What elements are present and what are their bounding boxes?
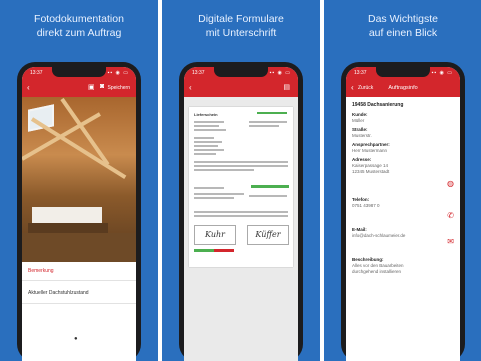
camera-icon[interactable]: ◙ [100, 83, 104, 90]
document-title: Lieferschein [194, 112, 218, 117]
panel-heading: Digitale Formulare mit Unterschrift [162, 12, 320, 40]
detail-row: Adresse: Kaiserpassage 14 12345 Musterst… [352, 157, 389, 175]
order-details: 19458 Dachsanierung Kunde: Müller Straße… [346, 97, 460, 361]
panel-heading: Das Wichtigste auf einen Blick [324, 12, 481, 40]
text-line [194, 145, 218, 147]
heading-line-1: Digitale Formulare [198, 13, 284, 25]
text-line [194, 129, 226, 131]
heading-line-2: direkt zum Auftrag [36, 27, 122, 39]
text-line [194, 193, 244, 195]
document-icon[interactable]: ▤ [283, 83, 290, 91]
text-line [194, 197, 234, 199]
bed-frame [28, 223, 108, 233]
back-chevron-icon[interactable]: ‹ [189, 83, 192, 92]
phone-screen: 13:37 ▪▪ ◉ ▭ ‹ Zurück Auftragsinfo 19458… [346, 67, 460, 361]
detail-row: E-Mail: info@dach-schlaumeier.de [352, 227, 405, 239]
phone-screen: 13:37 ▪▪ ◉ ▭ ‹ ▤ Lieferschein Kuhr Küffe… [184, 67, 298, 361]
text-line [249, 195, 287, 197]
status-icons: ▪▪ ◉ ▭ [269, 70, 291, 76]
text-line [249, 125, 279, 127]
home-indicator-icon: ● [74, 336, 78, 342]
field-label: Bemerkung [28, 268, 54, 274]
screen-title: Auftragsinfo [388, 85, 418, 91]
divider [22, 303, 136, 304]
phone-icon[interactable]: ✆ [447, 211, 454, 220]
phone-screen: 13:37 ▪▪ ◉ ▭ ‹ ▣ ◙ Speichern Bemerkung A… [22, 67, 136, 361]
phone-frame: 13:37 ▪▪ ◉ ▭ ‹ ▤ Lieferschein Kuhr Küffe… [179, 62, 303, 361]
phone-frame: 13:37 ▪▪ ◉ ▭ ‹ ▣ ◙ Speichern Bemerkung A… [17, 62, 141, 361]
attic-floor [22, 233, 136, 262]
globe-icon[interactable]: ◍ [447, 179, 454, 188]
detail-row: Straße: Musterstr. [352, 127, 372, 139]
status-time: 13:37 [192, 70, 205, 76]
detail-value: Herr Mustermann [352, 148, 388, 153]
panel-heading: Fotodokumentation direkt zum Auftrag [0, 12, 158, 40]
progress-bar-green [251, 185, 289, 188]
remark-input[interactable]: Aktueller Dachstuhlzustand [28, 290, 89, 296]
mail-icon[interactable]: ✉ [447, 237, 454, 246]
status-icons: ▪▪ ◉ ▭ [107, 70, 129, 76]
text-line [194, 161, 288, 163]
detail-row: Beschreibung: Alles vor den Bauarbeiten … [352, 257, 404, 275]
status-icons: ▪▪ ◉ ▭ [431, 70, 453, 76]
panel-overview: Das Wichtigste auf einen Blick 13:37 ▪▪ … [324, 0, 481, 361]
detail-value: 12345 Musterstadt [352, 169, 390, 174]
heading-line-2: auf einen Blick [368, 27, 438, 39]
detail-value[interactable]: 0751 43987 0 [352, 203, 380, 209]
detail-row: Ansprechpartner: Herr Mustermann [352, 142, 390, 154]
heading-line-1: Fotodokumentation [34, 13, 124, 25]
image-icon[interactable]: ▣ [88, 83, 95, 91]
panel-digital-forms: Digitale Formulare mit Unterschrift 13:3… [162, 0, 320, 361]
heading-line-1: Das Wichtigste [367, 13, 439, 25]
signature-customer[interactable]: Kuhr [194, 225, 236, 245]
text-line [194, 121, 224, 123]
detail-value[interactable]: info@dach-schlaumeier.de [352, 233, 405, 239]
detail-value: durchgehend installieren [352, 269, 402, 274]
order-heading: 19458 Dachsanierung [352, 102, 404, 108]
document-viewer[interactable]: Lieferschein Kuhr Küffer [184, 97, 298, 361]
phone-frame: 13:37 ▪▪ ◉ ▭ ‹ Zurück Auftragsinfo 19458… [341, 62, 465, 361]
back-chevron-icon[interactable]: ‹ [27, 83, 30, 92]
heading-line-2: mit Unterschrift [205, 27, 277, 39]
text-line [194, 211, 288, 213]
text-line [194, 149, 224, 151]
text-line [194, 165, 288, 167]
detail-value: Musterstr. [352, 133, 372, 138]
status-bar-red [214, 249, 234, 252]
status-time: 13:37 [354, 70, 367, 76]
text-line [194, 137, 214, 139]
text-line [194, 141, 222, 143]
signature-technician[interactable]: Küffer [247, 225, 289, 245]
status-bar-green [194, 249, 214, 252]
detail-value: Müller [352, 118, 365, 123]
text-line [194, 169, 254, 171]
save-button[interactable]: Speichern [107, 85, 130, 91]
text-line [194, 125, 219, 127]
divider [22, 280, 136, 281]
text-line [194, 153, 216, 155]
attic-photo [22, 97, 136, 262]
detail-row: Telefon: 0751 43987 0 [352, 197, 380, 209]
phone-notch [376, 67, 430, 77]
status-time: 13:37 [30, 70, 43, 76]
phone-notch [52, 67, 106, 77]
text-line [194, 187, 224, 189]
phone-notch [214, 67, 268, 77]
text-line [249, 121, 287, 123]
panel-photo-documentation: Fotodokumentation direkt zum Auftrag 13:… [0, 0, 158, 361]
form-document: Lieferschein Kuhr Küffer [189, 107, 293, 267]
detail-row: Kunde: Müller [352, 112, 368, 124]
text-line [194, 215, 288, 217]
green-marker [257, 112, 287, 114]
